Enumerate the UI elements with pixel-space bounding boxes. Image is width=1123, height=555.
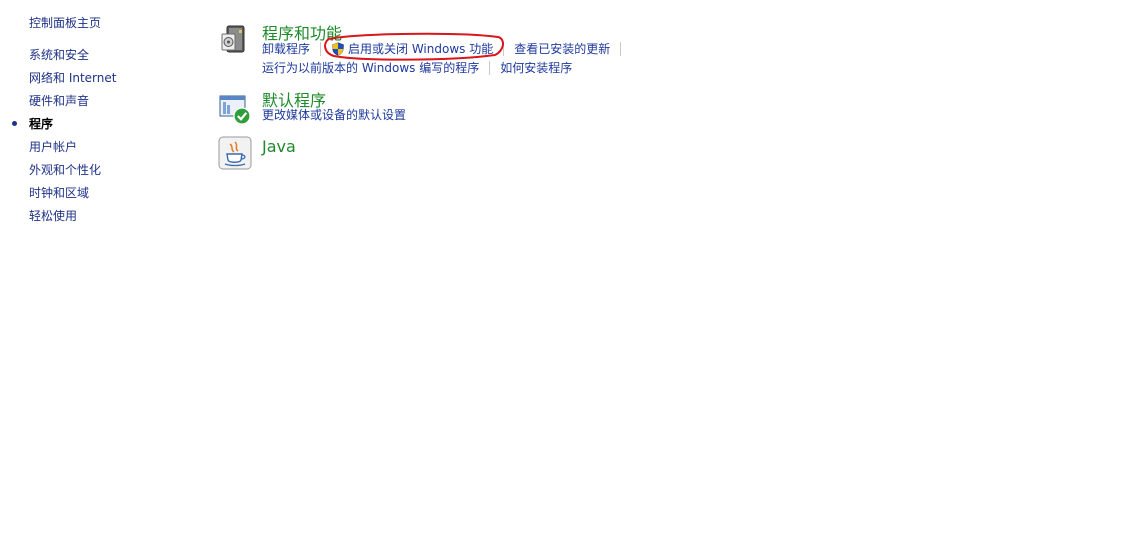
- sidebar-item-clock-region[interactable]: 时钟和区域: [29, 185, 116, 208]
- link-separator: [489, 60, 491, 75]
- programs-features-icon[interactable]: [218, 22, 252, 56]
- sidebar-item-hardware-sound[interactable]: 硬件和声音: [29, 93, 116, 116]
- sidebar-item-user-accounts[interactable]: 用户帐户: [29, 139, 116, 162]
- change-media-defaults-link[interactable]: 更改媒体或设备的默认设置: [262, 106, 406, 123]
- uninstall-program-link[interactable]: 卸载程序: [262, 40, 310, 57]
- default-programs-links: 更改媒体或设备的默认设置: [262, 106, 406, 124]
- run-older-programs-link[interactable]: 运行为以前版本的 Windows 编写的程序: [262, 59, 479, 76]
- control-panel-home-link[interactable]: 控制面板主页: [29, 14, 101, 31]
- link-separator: [503, 41, 505, 56]
- view-installed-updates-link[interactable]: 查看已安装的更新: [514, 40, 610, 57]
- how-to-install-link[interactable]: 如何安装程序: [500, 59, 572, 76]
- sidebar-item-ease-of-access[interactable]: 轻松使用: [29, 208, 116, 231]
- active-bullet-icon: [12, 121, 17, 126]
- sidebar: 控制面板主页 系统和安全 网络和 Internet 硬件和声音 程序 用户帐户 …: [0, 0, 200, 555]
- windows-features-link-wrap[interactable]: 启用或关闭 Windows 功能: [331, 40, 493, 57]
- link-separator: [620, 41, 622, 56]
- programs-features-links-row1: 卸载程序 启用或关闭 Windows 功能 查看已安装的更新: [262, 40, 631, 58]
- sidebar-item-programs-label: 程序: [29, 117, 54, 131]
- default-programs-icon[interactable]: [218, 92, 252, 126]
- java-icon[interactable]: [218, 136, 252, 170]
- windows-features-link[interactable]: 启用或关闭 Windows 功能: [348, 40, 493, 57]
- uac-shield-icon: [331, 41, 345, 56]
- sidebar-item-programs: 程序: [12, 116, 116, 139]
- java-title[interactable]: Java: [262, 137, 296, 156]
- link-separator: [320, 41, 322, 56]
- sidebar-item-appearance[interactable]: 外观和个性化: [29, 162, 116, 185]
- sidebar-item-network-internet[interactable]: 网络和 Internet: [29, 70, 116, 93]
- sidebar-item-system-security[interactable]: 系统和安全: [29, 47, 116, 70]
- sidebar-category-list: 系统和安全 网络和 Internet 硬件和声音 程序 用户帐户 外观和个性化 …: [12, 47, 116, 231]
- programs-features-links-row2: 运行为以前版本的 Windows 编写的程序 如何安装程序: [262, 59, 572, 77]
